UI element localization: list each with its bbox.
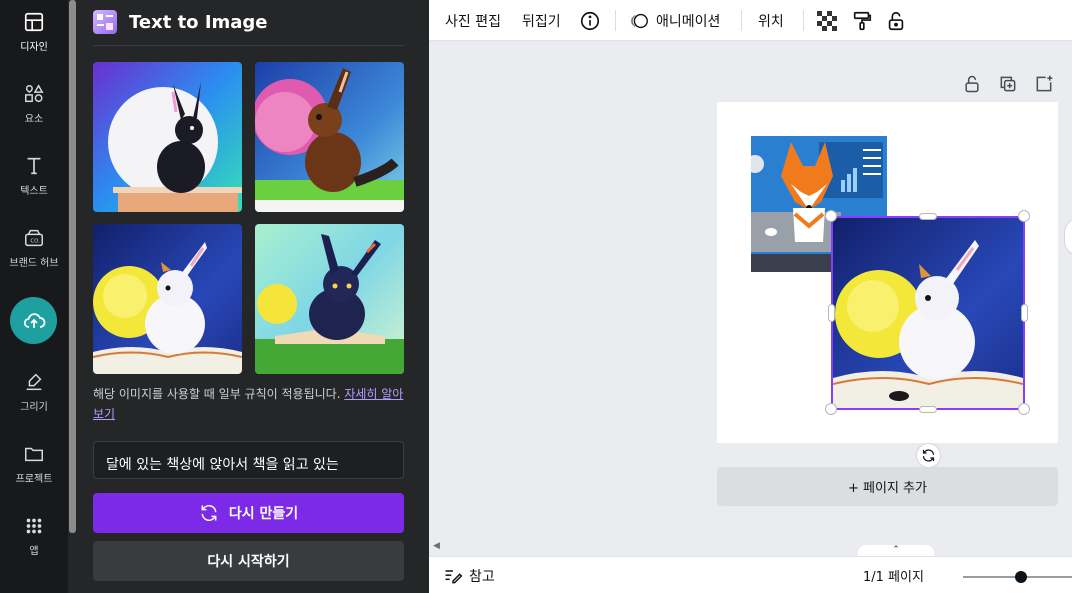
pager-label: 1/1 페이지 [863,570,924,585]
page-indicator[interactable]: 1/1 페이지 [863,557,924,593]
rail-label-elements: 요소 [24,114,44,125]
text-icon [27,157,41,175]
prompt-input[interactable]: 달에 있는 책상에 앉아서 책을 읽고 있는 [93,441,404,479]
refresh-icon [201,504,217,522]
generated-image-4[interactable] [255,224,404,374]
lock-button[interactable] [885,0,907,41]
image-dark-rabbit-grass-book [255,224,404,374]
top-toolbar: 사진 편집 뒤집기 애니메이션 위치 [429,0,1072,41]
add-page-label: + 페이지 추가 [848,481,927,496]
panel-title: Text to Image [129,11,268,33]
panel-divider [93,45,405,46]
generated-image-3[interactable] [93,224,242,374]
layout-icon [24,12,44,32]
brand-hub-icon: CO. [25,229,43,247]
rail-item-elements[interactable]: 요소 [0,72,68,136]
resize-handle-top-right[interactable] [1018,210,1030,222]
rail-item-design[interactable]: 디자인 [0,0,68,64]
notes-button[interactable]: 참고 [443,557,495,593]
image-white-rabbit-book [93,224,242,374]
regenerate-label: 다시 만들기 [228,506,299,522]
text-to-image-panel: Text to Image 해당 이미지를 사용할 때 일부 규칙이 적용됩니다… [77,0,429,593]
text-to-image-app-icon [93,10,117,34]
info-icon [580,11,600,30]
rail-label-design: 디자인 [20,42,48,53]
usage-notice: 해당 이미지를 사용할 때 일부 규칙이 적용됩니다. 자세히 알아보기 [93,384,413,424]
resize-handle-bottom-right[interactable] [1018,403,1030,415]
copy-style-button[interactable] [851,0,873,41]
scroll-left-arrow-icon[interactable]: ◀ [433,541,440,551]
resize-handle-top-left[interactable] [825,210,837,222]
chevron-up-icon: ⌃ [892,545,900,555]
add-page-icon[interactable] [1034,74,1054,94]
bottom-bar: 참고 1/1 페이지 [429,556,1072,593]
toolbar-separator [615,10,616,31]
rail-label-text: 텍스트 [20,186,48,197]
position-label: 위치 [758,13,784,30]
transparency-icon [817,10,837,31]
rail-item-draw[interactable]: 그리기 [0,360,68,424]
info-button[interactable] [579,0,601,41]
animate-button[interactable]: 애니메이션 [628,0,720,41]
notes-label: 참고 [469,568,495,585]
rail-label-projects: 프로젝트 [15,474,53,485]
duplicate-page-icon[interactable] [998,74,1018,94]
notes-icon [445,569,463,583]
zoom-slider-handle[interactable] [1015,571,1027,583]
image-black-rabbit-desk [93,62,242,212]
paint-roller-icon [853,11,872,30]
resize-handle-bottom[interactable] [919,406,937,413]
rail-label-draw: 그리기 [20,402,48,413]
resize-handle-top[interactable] [919,213,937,220]
rail-scroll-thumb[interactable] [69,0,76,533]
usage-notice-text: 해당 이미지를 사용할 때 일부 규칙이 적용됩니다. [93,387,345,401]
regenerate-button[interactable]: 다시 만들기 [93,493,404,533]
toolbar-separator [803,10,804,31]
image-brown-hare-pink-moon [255,62,404,212]
left-rail: 디자인 요소 텍스트 CO. 브랜드 허브 그리기 프로젝트 앱 [0,0,68,593]
upload-button[interactable] [10,297,57,344]
folder-icon [25,447,43,462]
animate-label: 애니메이션 [656,13,721,30]
flip-button[interactable]: 뒤집기 [522,0,561,41]
apps-grid-icon [26,518,42,534]
generated-image-1[interactable] [93,62,242,212]
position-button[interactable]: 위치 [758,0,784,41]
unlock-icon [888,11,904,30]
add-page-button[interactable]: + 페이지 추가 [717,467,1058,506]
generated-image-2[interactable] [255,62,404,212]
restart-label: 다시 시작하기 [207,554,290,570]
photo-edit-label: 사진 편집 [445,13,501,30]
rail-item-projects[interactable]: 프로젝트 [0,432,68,496]
shapes-icon [25,84,44,103]
selected-image-rabbit[interactable] [831,216,1025,410]
rail-scrollbar[interactable] [68,0,77,593]
upload-cloud-icon [23,312,45,328]
resize-handle-left[interactable] [828,304,835,322]
rotate-button[interactable] [916,443,941,468]
rabbit-moon-book-illustration [833,218,1023,408]
draw-icon [26,373,42,391]
resize-handle-bottom-left[interactable] [825,403,837,415]
page-lock-icon[interactable] [962,74,982,94]
horizontal-scrollbar[interactable]: ◀ [429,541,1072,553]
flip-label: 뒤집기 [522,13,561,30]
rail-item-apps[interactable]: 앱 [0,504,68,568]
rail-item-text[interactable]: 텍스트 [0,144,68,208]
rail-item-brand-hub[interactable]: CO. 브랜드 허브 [0,216,68,280]
animation-icon [630,13,648,28]
resize-handle-right[interactable] [1021,304,1028,322]
rail-label-apps: 앱 [29,546,39,557]
rotate-icon [922,449,935,462]
transparency-button[interactable] [817,0,837,41]
photo-edit-button[interactable]: 사진 편집 [445,0,501,41]
toolbar-separator [741,10,742,31]
rail-label-brand-hub: 브랜드 허브 [9,258,59,269]
svg-text:CO.: CO. [30,239,40,245]
panel-header: Text to Image [93,7,268,37]
restart-button[interactable]: 다시 시작하기 [93,541,404,581]
